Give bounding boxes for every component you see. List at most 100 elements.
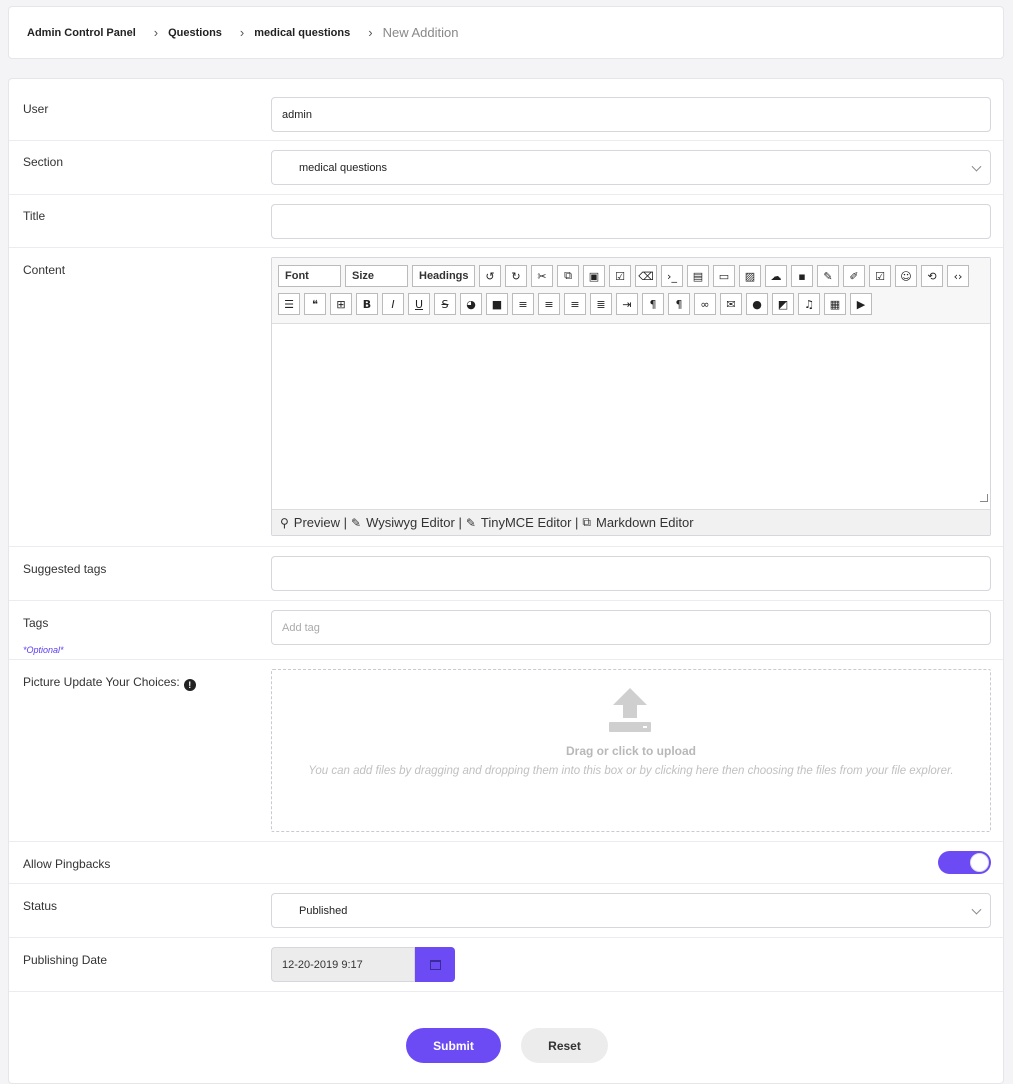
edit-icon: ✎: [351, 515, 362, 530]
font-dropdown[interactable]: Font: [278, 265, 341, 287]
cut-icon[interactable]: ✂: [531, 265, 553, 287]
strikethrough-icon[interactable]: S: [434, 293, 456, 315]
envelope-icon[interactable]: ✉: [720, 293, 742, 315]
redo-icon[interactable]: ↻: [505, 265, 527, 287]
comment-icon[interactable]: ●: [746, 293, 768, 315]
suggested-tags-input[interactable]: [271, 556, 991, 591]
palette-icon[interactable]: ◕: [460, 293, 482, 315]
content-label: Content: [23, 263, 66, 277]
italic-icon[interactable]: I: [382, 293, 404, 315]
section-select[interactable]: medical questions: [271, 150, 991, 185]
editor-textarea[interactable]: [272, 324, 990, 504]
source-code-icon[interactable]: ‹›: [947, 265, 969, 287]
title-input[interactable]: [271, 204, 991, 239]
undo-icon[interactable]: ↺: [479, 265, 501, 287]
music-icon[interactable]: ♫: [798, 293, 820, 315]
history-icon[interactable]: ⟲: [921, 265, 943, 287]
list-icon[interactable]: ☰: [278, 293, 300, 315]
tags-placeholder: Add tag: [282, 621, 320, 634]
publishing-date-row: Publishing Date: [9, 938, 1003, 992]
reset-button[interactable]: Reset: [521, 1028, 608, 1063]
tags-input[interactable]: Add tag: [271, 610, 991, 645]
edit-icon[interactable]: ✐: [843, 265, 865, 287]
size-dropdown[interactable]: Size: [345, 265, 408, 287]
status-select[interactable]: Published: [271, 893, 991, 928]
picture-dropzone[interactable]: Drag or click to upload You can add file…: [271, 669, 991, 832]
editor-footer: ⚲ Preview | ✎ Wysiwyg Editor | ✎ TinyMCE Ed…: [272, 509, 990, 535]
television-icon[interactable]: ▦: [824, 293, 846, 315]
tinymce-label: TinyMCE Editor |: [480, 515, 579, 530]
align-right-icon[interactable]: ≡: [512, 293, 534, 315]
calendar-button[interactable]: [415, 947, 455, 982]
square-icon[interactable]: ■: [486, 293, 508, 315]
rtl-icon[interactable]: ¶: [668, 293, 690, 315]
tags-label: Tags: [23, 616, 49, 630]
status-label: Status: [23, 899, 58, 913]
eraser-icon[interactable]: ⌫: [635, 265, 657, 287]
pingbacks-row: Allow Pingbacks: [9, 842, 1003, 884]
underline-icon[interactable]: U: [408, 293, 430, 315]
paste-icon[interactable]: ▣: [583, 265, 605, 287]
tinymce-editor-button[interactable]: ✎ TinyMCE Editor |: [466, 515, 579, 530]
pingbacks-label: Allow Pingbacks: [23, 857, 111, 871]
status-value: Published: [299, 904, 348, 917]
preview-button[interactable]: ⚲ Preview |: [280, 515, 347, 530]
pen-icon[interactable]: ✎: [817, 265, 839, 287]
toggle-knob: [970, 853, 989, 872]
markdown-label: Markdown Editor: [596, 515, 694, 530]
indent-icon[interactable]: ⇥: [616, 293, 638, 315]
qr-icon[interactable]: ⊞: [330, 293, 352, 315]
breadcrumb-admin-control-panel[interactable]: Admin Control Panel: [27, 27, 136, 39]
external-icon[interactable]: ◩: [772, 293, 794, 315]
title-label: Title: [23, 209, 46, 223]
allow-pingbacks-toggle[interactable]: [938, 851, 991, 874]
link-icon[interactable]: ∞: [694, 293, 716, 315]
section-value: medical questions: [299, 161, 388, 174]
image-icon[interactable]: ▨: [739, 265, 761, 287]
title-row: Title: [9, 195, 1003, 248]
cloud-upload-icon[interactable]: ☁: [765, 265, 787, 287]
align-center-icon[interactable]: ≡: [538, 293, 560, 315]
publishing-date-input[interactable]: 12-20-2019 9:17: [271, 947, 415, 982]
smile-icon[interactable]: ☺: [895, 265, 917, 287]
publishing-date-value: 12-20-2019 9:17: [282, 958, 363, 971]
breadcrumb: Admin Control Panel › Questions › medica…: [8, 6, 1004, 59]
section-row: Section medical questions: [9, 141, 1003, 195]
bold-icon[interactable]: B: [356, 293, 378, 315]
paste-text-icon[interactable]: ☑: [609, 265, 631, 287]
frame-icon[interactable]: ▭: [713, 265, 735, 287]
box-icon[interactable]: ▪: [791, 265, 813, 287]
wysiwyg-label: Wysiwyg Editor |: [366, 515, 462, 530]
status-row: Status Published: [9, 884, 1003, 938]
question-form: User admin Section medical questions Tit…: [8, 78, 1004, 1084]
dropzone-title: Drag or click to upload: [565, 744, 697, 758]
resize-handle-icon[interactable]: [980, 494, 988, 502]
user-value: admin: [282, 108, 312, 121]
breadcrumb-separator: ›: [368, 25, 373, 40]
youtube-icon[interactable]: ▶: [850, 293, 872, 315]
submit-button[interactable]: Submit: [406, 1028, 501, 1063]
markdown-editor-button[interactable]: ⧉ Markdown Editor: [582, 515, 693, 530]
ltr-icon[interactable]: ¶: [642, 293, 664, 315]
breadcrumb-questions[interactable]: Questions: [168, 27, 222, 39]
content-editor: Font Size Headings ↺ ↻ ✂ ⧉ ▣ ☑ ⌫ ›_ ▤ ▭ ▨ ☁ ▪ ✎ ✐ ☑ ☺ ⟲ ‹›…: [271, 257, 991, 536]
copy-icon[interactable]: ⧉: [557, 265, 579, 287]
calendar-icon: [429, 959, 441, 970]
edit-icon: ✎: [465, 515, 476, 530]
picture-label: Picture Update Your Choices:: [23, 675, 180, 689]
breadcrumb-separator: ›: [239, 25, 245, 40]
justify-icon[interactable]: ≣: [590, 293, 612, 315]
align-left-icon[interactable]: ≡: [564, 293, 586, 315]
check-edit-icon[interactable]: ☑: [869, 265, 891, 287]
code-terminal-icon[interactable]: ›_: [661, 265, 683, 287]
breadcrumb-medical-questions[interactable]: medical questions: [254, 27, 350, 39]
editor-toolbar: Font Size Headings ↺ ↻ ✂ ⧉ ▣ ☑ ⌫ ›_ ▤ ▭ ▨ ☁ ▪ ✎ ✐ ☑ ☺ ⟲ ‹›…: [272, 258, 990, 324]
wysiwyg-editor-button[interactable]: ✎ Wysiwyg Editor |: [351, 515, 462, 530]
quote-icon[interactable]: ❝: [304, 293, 326, 315]
optional-note: *Optional*: [23, 645, 64, 655]
file-icon[interactable]: ▤: [687, 265, 709, 287]
info-icon[interactable]: !: [183, 679, 196, 691]
breadcrumb-current: New Addition: [382, 25, 459, 40]
headings-dropdown[interactable]: Headings: [412, 265, 475, 287]
user-field[interactable]: admin: [271, 97, 991, 132]
